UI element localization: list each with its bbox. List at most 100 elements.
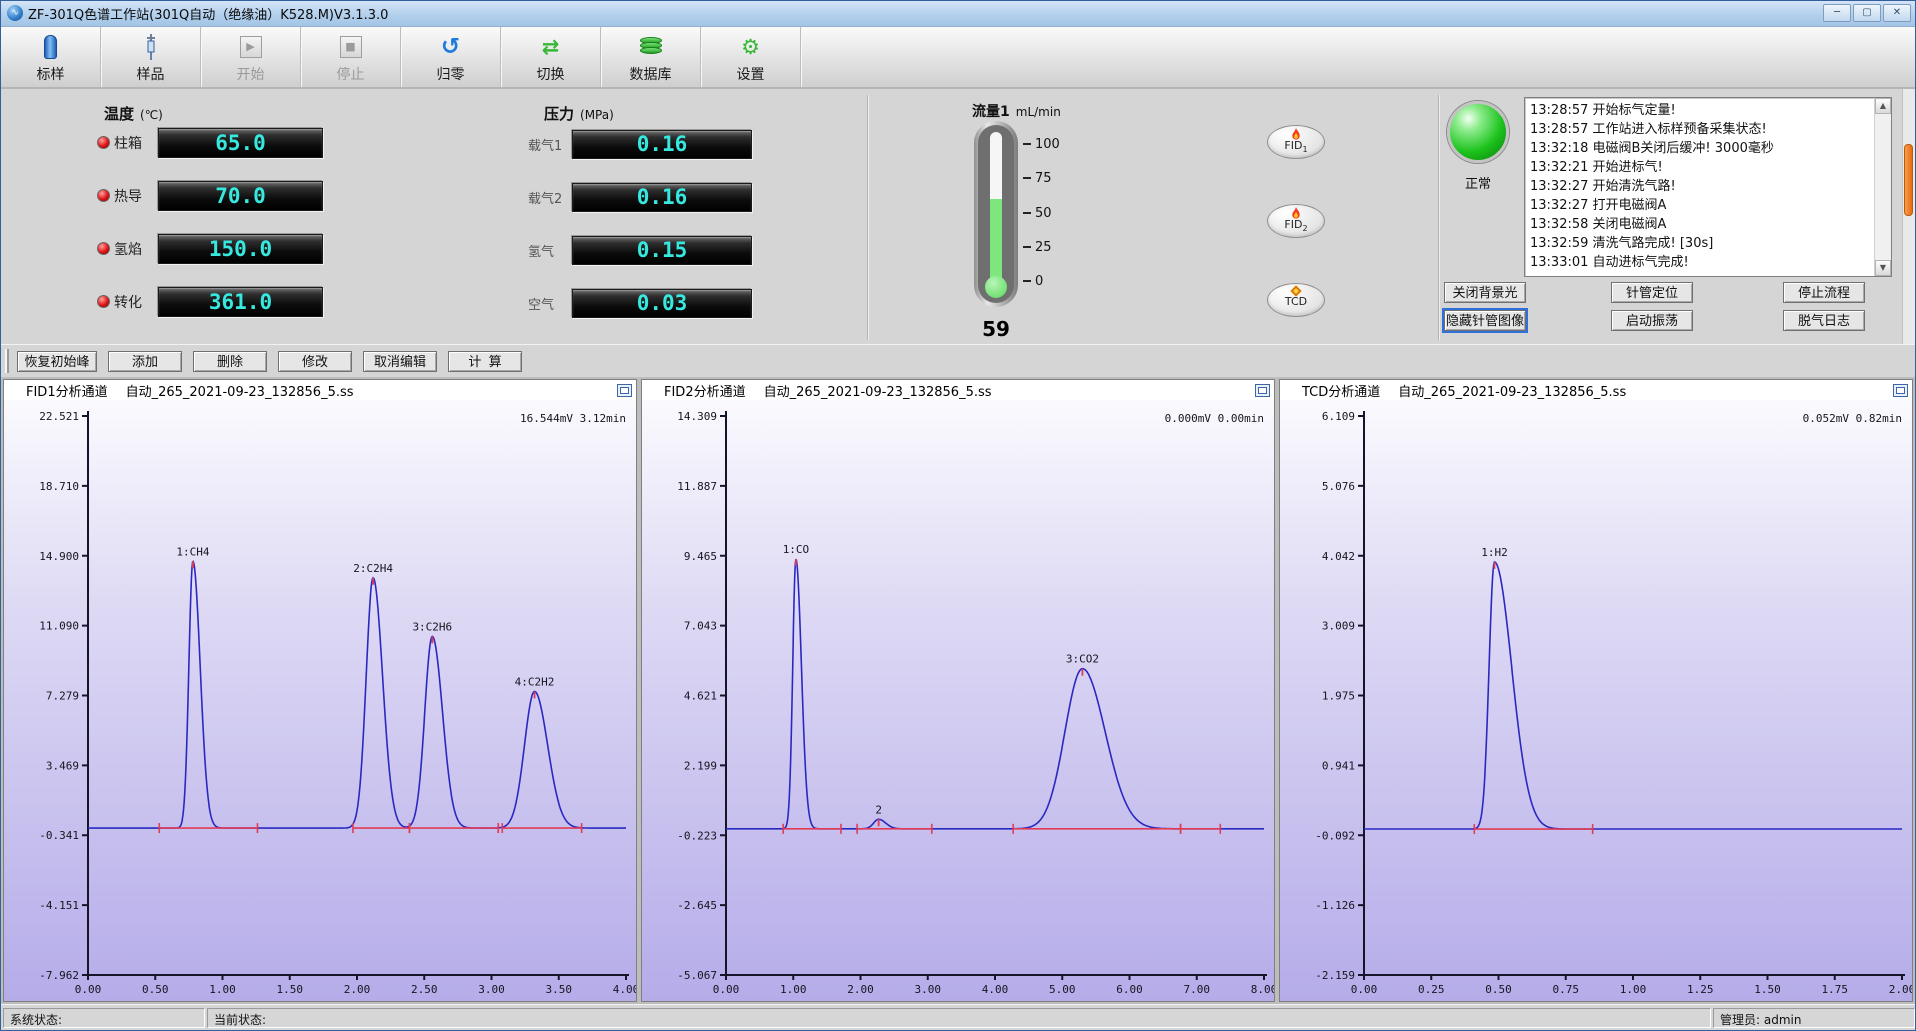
degas-log-button[interactable]: 脱气日志	[1783, 310, 1865, 331]
toolbar-switch[interactable]: ⇄ 切换	[501, 27, 601, 87]
event-log[interactable]: 13:28:57 开始标气定量! 13:28:57 工作站进入标样预备采集状态!…	[1524, 97, 1892, 277]
flow-value: 59	[974, 317, 1018, 341]
svg-text:6.109: 6.109	[1322, 410, 1355, 423]
svg-text:1.75: 1.75	[1822, 983, 1849, 996]
maximize-chart-icon[interactable]	[1255, 384, 1270, 397]
chart-title: FID1分析通道	[26, 381, 108, 400]
svg-text:1:H2: 1:H2	[1481, 546, 1508, 559]
fid1-chromatogram[interactable]: 22.52118.71014.90011.0907.2793.469-0.341…	[4, 400, 636, 1001]
hide-needle-image-button[interactable]: 隐藏针管图像	[1444, 310, 1526, 331]
svg-text:1.00: 1.00	[780, 983, 807, 996]
svg-text:2.00: 2.00	[344, 983, 371, 996]
svg-text:4.042: 4.042	[1322, 550, 1355, 563]
svg-text:1.50: 1.50	[1754, 983, 1781, 996]
lcd-display: 65.0	[158, 128, 323, 158]
cancel-edit-button[interactable]: 取消编辑	[363, 351, 437, 372]
log-line: 13:32:27 打开电磁阀A	[1530, 196, 1874, 215]
delete-peak-button[interactable]: 删除	[193, 351, 267, 372]
flow-tick: 25	[1023, 240, 1052, 255]
fid2-detector-button[interactable]: FID2	[1267, 204, 1325, 238]
fid2-chromatogram[interactable]: 14.30911.8879.4657.0434.6212.199-0.223-2…	[642, 400, 1274, 1001]
svg-text:0.941: 0.941	[1322, 760, 1355, 773]
svg-text:3:CO2: 3:CO2	[1066, 653, 1099, 666]
svg-text:3.009: 3.009	[1322, 620, 1355, 633]
temp-row-column-oven: 柱箱 65.0	[97, 128, 323, 158]
lcd-display: 70.0	[158, 181, 323, 211]
svg-text:3:C2H6: 3:C2H6	[412, 621, 452, 634]
maximize-chart-icon[interactable]	[617, 384, 632, 397]
calculate-button[interactable]: 计 算	[448, 351, 522, 372]
modify-peak-button[interactable]: 修改	[278, 351, 352, 372]
log-scrollbar[interactable]: ▲ ▼	[1874, 98, 1891, 276]
svg-text:6.00: 6.00	[1116, 983, 1143, 996]
svg-text:-2.645: -2.645	[677, 899, 717, 912]
status-led-icon	[97, 189, 110, 202]
toolbar-standard-sample[interactable]: 标样	[1, 27, 101, 87]
toolbar-start[interactable]: ▶ 开始	[201, 27, 301, 87]
status-led-icon	[97, 136, 110, 149]
svg-text:1.975: 1.975	[1322, 690, 1355, 703]
tcd-detector-button[interactable]: TCD	[1267, 283, 1325, 317]
svg-text:3.50: 3.50	[546, 983, 573, 996]
gas-cylinder-icon	[44, 32, 57, 62]
temperature-group-title: 温度(℃)	[104, 103, 163, 124]
play-icon: ▶	[240, 32, 262, 62]
main-toolbar: 标样 样品 ▶ 开始 ■ 停止 ↺ 归零 ⇄ 切换 数据库	[1, 27, 1915, 89]
flow-title: 流量1mL/min	[972, 101, 1061, 121]
start-oscillation-button[interactable]: 启动振荡	[1611, 310, 1693, 331]
close-backlight-button[interactable]: 关闭背景光	[1444, 282, 1526, 303]
svg-text:-4.151: -4.151	[39, 899, 79, 912]
svg-text:-2.159: -2.159	[1315, 969, 1355, 982]
status-led-icon	[97, 295, 110, 308]
window-title: ZF-301Q色谱工作站(301Q自动（绝缘油）K528.M)V3.1.3.0	[28, 4, 388, 23]
toolbar-zero[interactable]: ↺ 归零	[401, 27, 501, 87]
pressure-row-carrier1: 载气1 0.16	[528, 130, 752, 159]
add-peak-button[interactable]: 添加	[108, 351, 182, 372]
pressure-row-carrier2: 载气2 0.16	[528, 183, 752, 212]
stop-flow-button[interactable]: 停止流程	[1783, 282, 1865, 303]
svg-text:5.076: 5.076	[1322, 480, 1355, 493]
svg-text:-0.223: -0.223	[677, 829, 717, 842]
fid1-detector-button[interactable]: FID1	[1267, 125, 1325, 159]
svg-text:-5.067: -5.067	[677, 969, 717, 982]
svg-text:2.50: 2.50	[411, 983, 438, 996]
minimize-button[interactable]: ─	[1823, 4, 1851, 22]
log-line: 13:32:27 开始清洗气路!	[1530, 177, 1874, 196]
status-led-icon	[97, 242, 110, 255]
system-status-cell: 系统状态:	[3, 1008, 205, 1028]
svg-text:5.00: 5.00	[1049, 983, 1076, 996]
toolbar-sample[interactable]: 样品	[101, 27, 201, 87]
pressure-group-title: 压力(MPa)	[544, 103, 614, 124]
edge-indicator[interactable]	[1904, 144, 1913, 216]
divider	[867, 95, 868, 340]
chart-title: TCD分析通道	[1302, 381, 1380, 400]
tcd-chart-panel: TCD分析通道 自动_265_2021-09-23_132856_5.ss 6.…	[1279, 379, 1913, 1002]
log-line: 13:28:57 工作站进入标样预备采集状态!	[1530, 120, 1874, 139]
toolbar-stop[interactable]: ■ 停止	[301, 27, 401, 87]
svg-text:0.75: 0.75	[1553, 983, 1580, 996]
svg-text:0.052mV 0.82min: 0.052mV 0.82min	[1803, 412, 1902, 425]
scroll-down-icon[interactable]: ▼	[1875, 260, 1891, 276]
svg-text:3.00: 3.00	[915, 983, 942, 996]
needle-position-button[interactable]: 针管定位	[1611, 282, 1693, 303]
toolbar-database[interactable]: 数据库	[601, 27, 701, 87]
maximize-chart-icon[interactable]	[1893, 384, 1908, 397]
svg-text:2.00: 2.00	[847, 983, 874, 996]
toolbar-settings[interactable]: ⚙ 设置	[701, 27, 801, 87]
svg-text:2:C2H4: 2:C2H4	[353, 562, 393, 575]
svg-text:22.521: 22.521	[39, 410, 79, 423]
restore-initial-peaks-button[interactable]: 恢复初始峰	[17, 351, 97, 372]
close-button[interactable]: ✕	[1883, 4, 1911, 22]
svg-text:7.00: 7.00	[1184, 983, 1211, 996]
chromatogram-area: FID1分析通道 自动_265_2021-09-23_132856_5.ss 2…	[1, 377, 1915, 1004]
tcd-chromatogram[interactable]: 6.1095.0764.0423.0091.9750.941-0.092-1.1…	[1280, 400, 1912, 1001]
svg-text:-7.962: -7.962	[39, 969, 79, 982]
svg-text:0.25: 0.25	[1418, 983, 1445, 996]
maximize-button[interactable]: ▢	[1853, 4, 1881, 22]
admin-cell: 管理员: admin	[1713, 1008, 1915, 1028]
chart-filename: 自动_265_2021-09-23_132856_5.ss	[764, 381, 992, 400]
svg-text:14.900: 14.900	[39, 550, 79, 563]
scroll-up-icon[interactable]: ▲	[1875, 98, 1891, 114]
syringe-icon	[139, 32, 163, 62]
fid2-chart-panel: FID2分析通道 自动_265_2021-09-23_132856_5.ss 1…	[641, 379, 1275, 1002]
